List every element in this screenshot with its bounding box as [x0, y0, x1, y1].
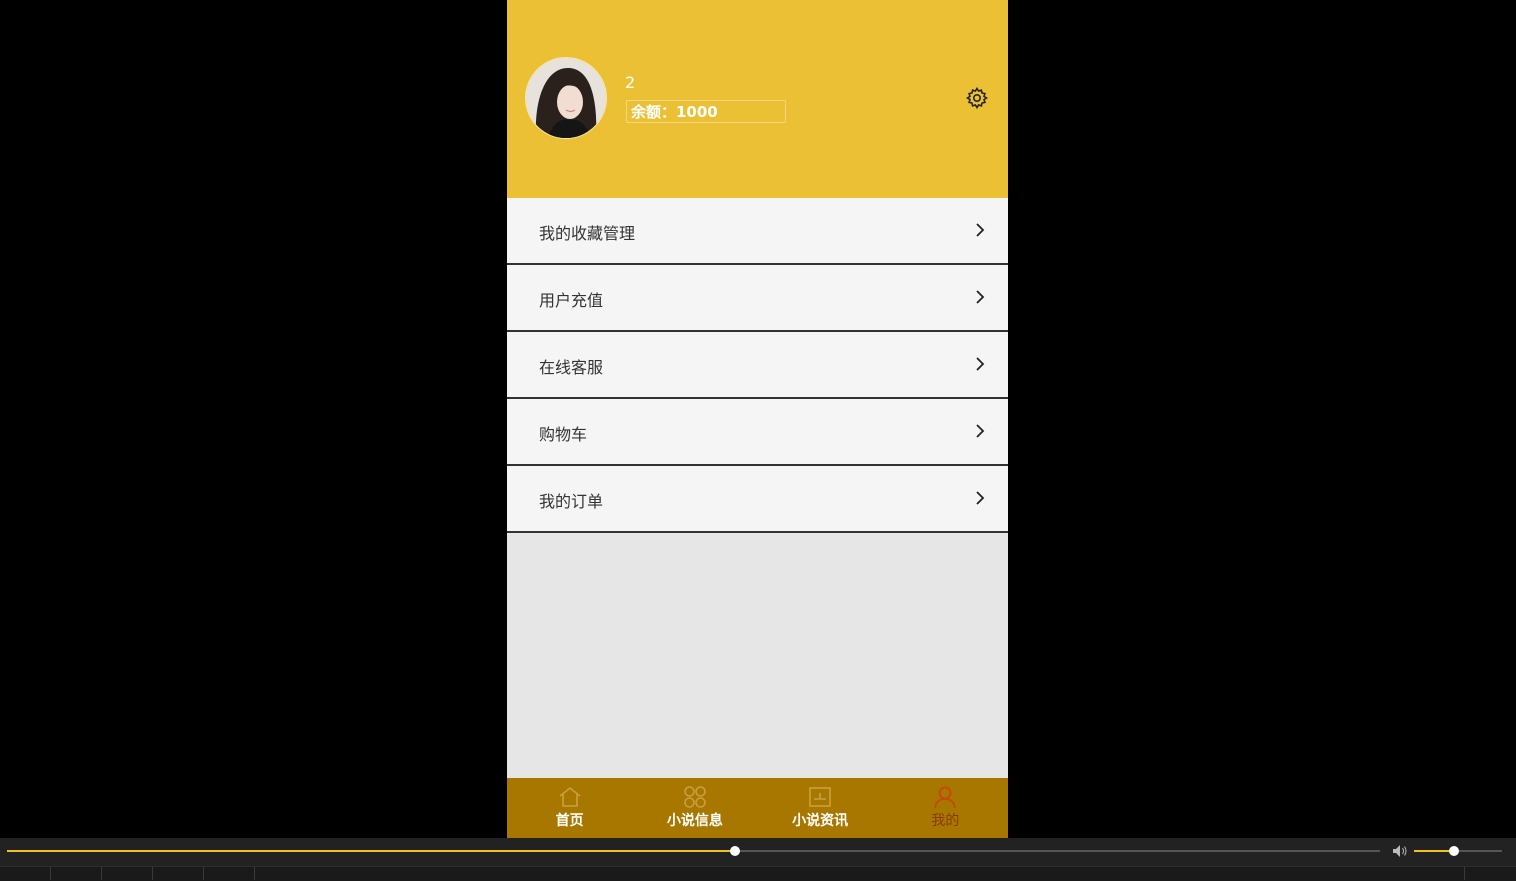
username: 2 [625, 73, 636, 92]
avatar[interactable] [526, 58, 606, 138]
seek-handle[interactable] [730, 846, 740, 856]
tab-label: 小说资讯 [792, 813, 849, 829]
menu-item-label: 我的收藏管理 [539, 224, 636, 243]
taskbar-divider [101, 867, 102, 880]
chevron-right-icon [976, 424, 985, 438]
phone-screen: 2 余额：1000 我的收藏管理 用户充值 在线客服 购物车 我的订单 首页 小… [507, 0, 1008, 838]
seek-progress [7, 850, 735, 852]
home-icon [559, 786, 581, 807]
volume-handle[interactable] [1449, 846, 1459, 856]
tab-novel-news[interactable]: 小说资讯 [758, 778, 883, 838]
taskbar-divider [152, 867, 153, 880]
taskbar-divider [254, 867, 255, 880]
tab-label: 小说信息 [666, 813, 723, 829]
menu-item-cart[interactable]: 购物车 [507, 399, 1008, 466]
menu-item-label: 我的订单 [539, 492, 604, 511]
taskbar-divider [203, 867, 204, 880]
tab-label: 首页 [555, 813, 584, 829]
menu-item-orders[interactable]: 我的订单 [507, 466, 1008, 533]
person-icon [934, 786, 957, 809]
news-icon [809, 787, 831, 807]
tab-home[interactable]: 首页 [507, 778, 632, 838]
tab-novel-info[interactable]: 小说信息 [632, 778, 757, 838]
balance-badge: 余额：1000 [626, 100, 786, 123]
menu-item-recharge[interactable]: 用户充值 [507, 265, 1008, 332]
menu-item-label: 在线客服 [539, 358, 604, 377]
taskbar-strip [0, 866, 1516, 881]
menu-item-customer-service[interactable]: 在线客服 [507, 332, 1008, 399]
menu-list: 我的收藏管理 用户充值 在线客服 购物车 我的订单 [507, 198, 1008, 533]
menu-item-label: 用户充值 [539, 291, 604, 310]
chevron-right-icon [976, 223, 985, 237]
chevron-right-icon [976, 290, 985, 304]
chevron-right-icon [976, 357, 985, 371]
tab-mine[interactable]: 我的 [883, 778, 1008, 838]
chevron-right-icon [976, 491, 985, 505]
menu-item-label: 购物车 [539, 425, 588, 444]
menu-item-favorites[interactable]: 我的收藏管理 [507, 198, 1008, 265]
taskbar-divider [50, 867, 51, 880]
gear-icon[interactable] [965, 86, 989, 110]
speaker-icon[interactable] [1392, 844, 1408, 858]
taskbar-divider [1464, 867, 1465, 880]
volume-level [1414, 850, 1454, 852]
bottom-tab-bar: 首页 小说信息 小说资讯 我的 [507, 778, 1008, 838]
clover-icon [684, 786, 706, 808]
profile-header: 2 余额：1000 [507, 0, 1008, 198]
tab-label: 我的 [931, 813, 960, 829]
